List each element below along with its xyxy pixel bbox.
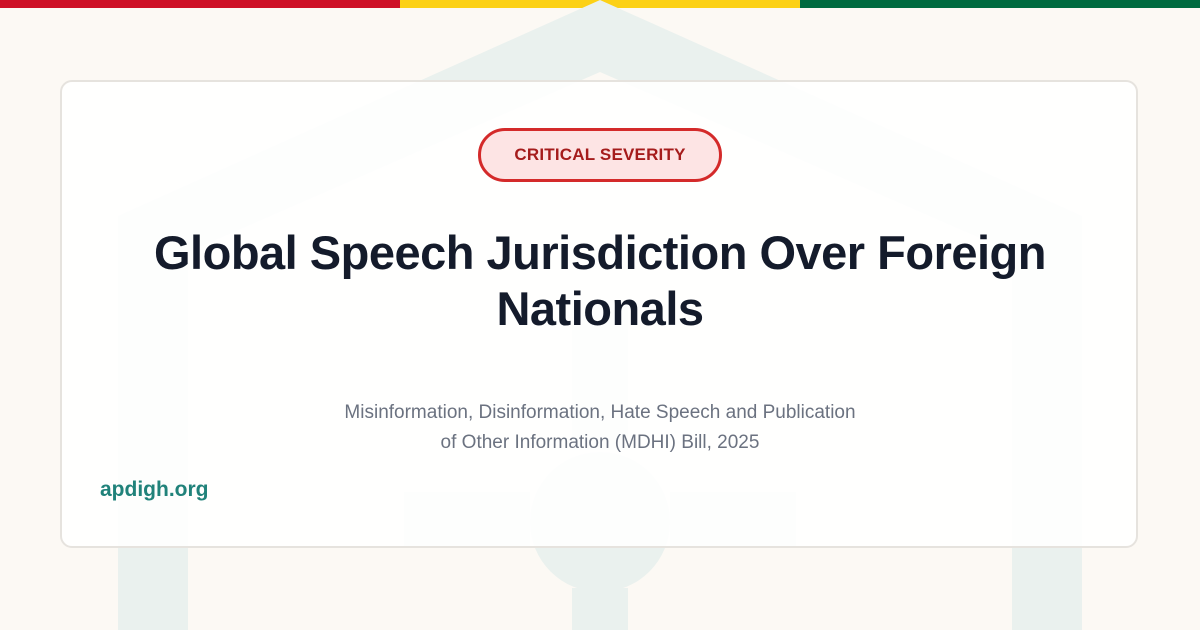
bill-subtitle: Misinformation, Disinformation, Hate Spe…: [250, 398, 950, 458]
page-title: Global Speech Jurisdiction Over Foreign …: [100, 225, 1100, 337]
subtitle-line-1: Misinformation, Disinformation, Hate Spe…: [344, 402, 856, 423]
subtitle-line-2: of Other Information (MDHI) Bill, 2025: [440, 432, 760, 453]
site-link[interactable]: apdigh.org: [100, 478, 209, 502]
title-line-1: Global Speech Jurisdiction Over Foreign: [154, 226, 1046, 279]
severity-badge-label: CRITICAL SEVERITY: [514, 145, 686, 164]
title-line-2: Nationals: [496, 282, 704, 335]
severity-badge: CRITICAL SEVERITY: [478, 128, 722, 182]
